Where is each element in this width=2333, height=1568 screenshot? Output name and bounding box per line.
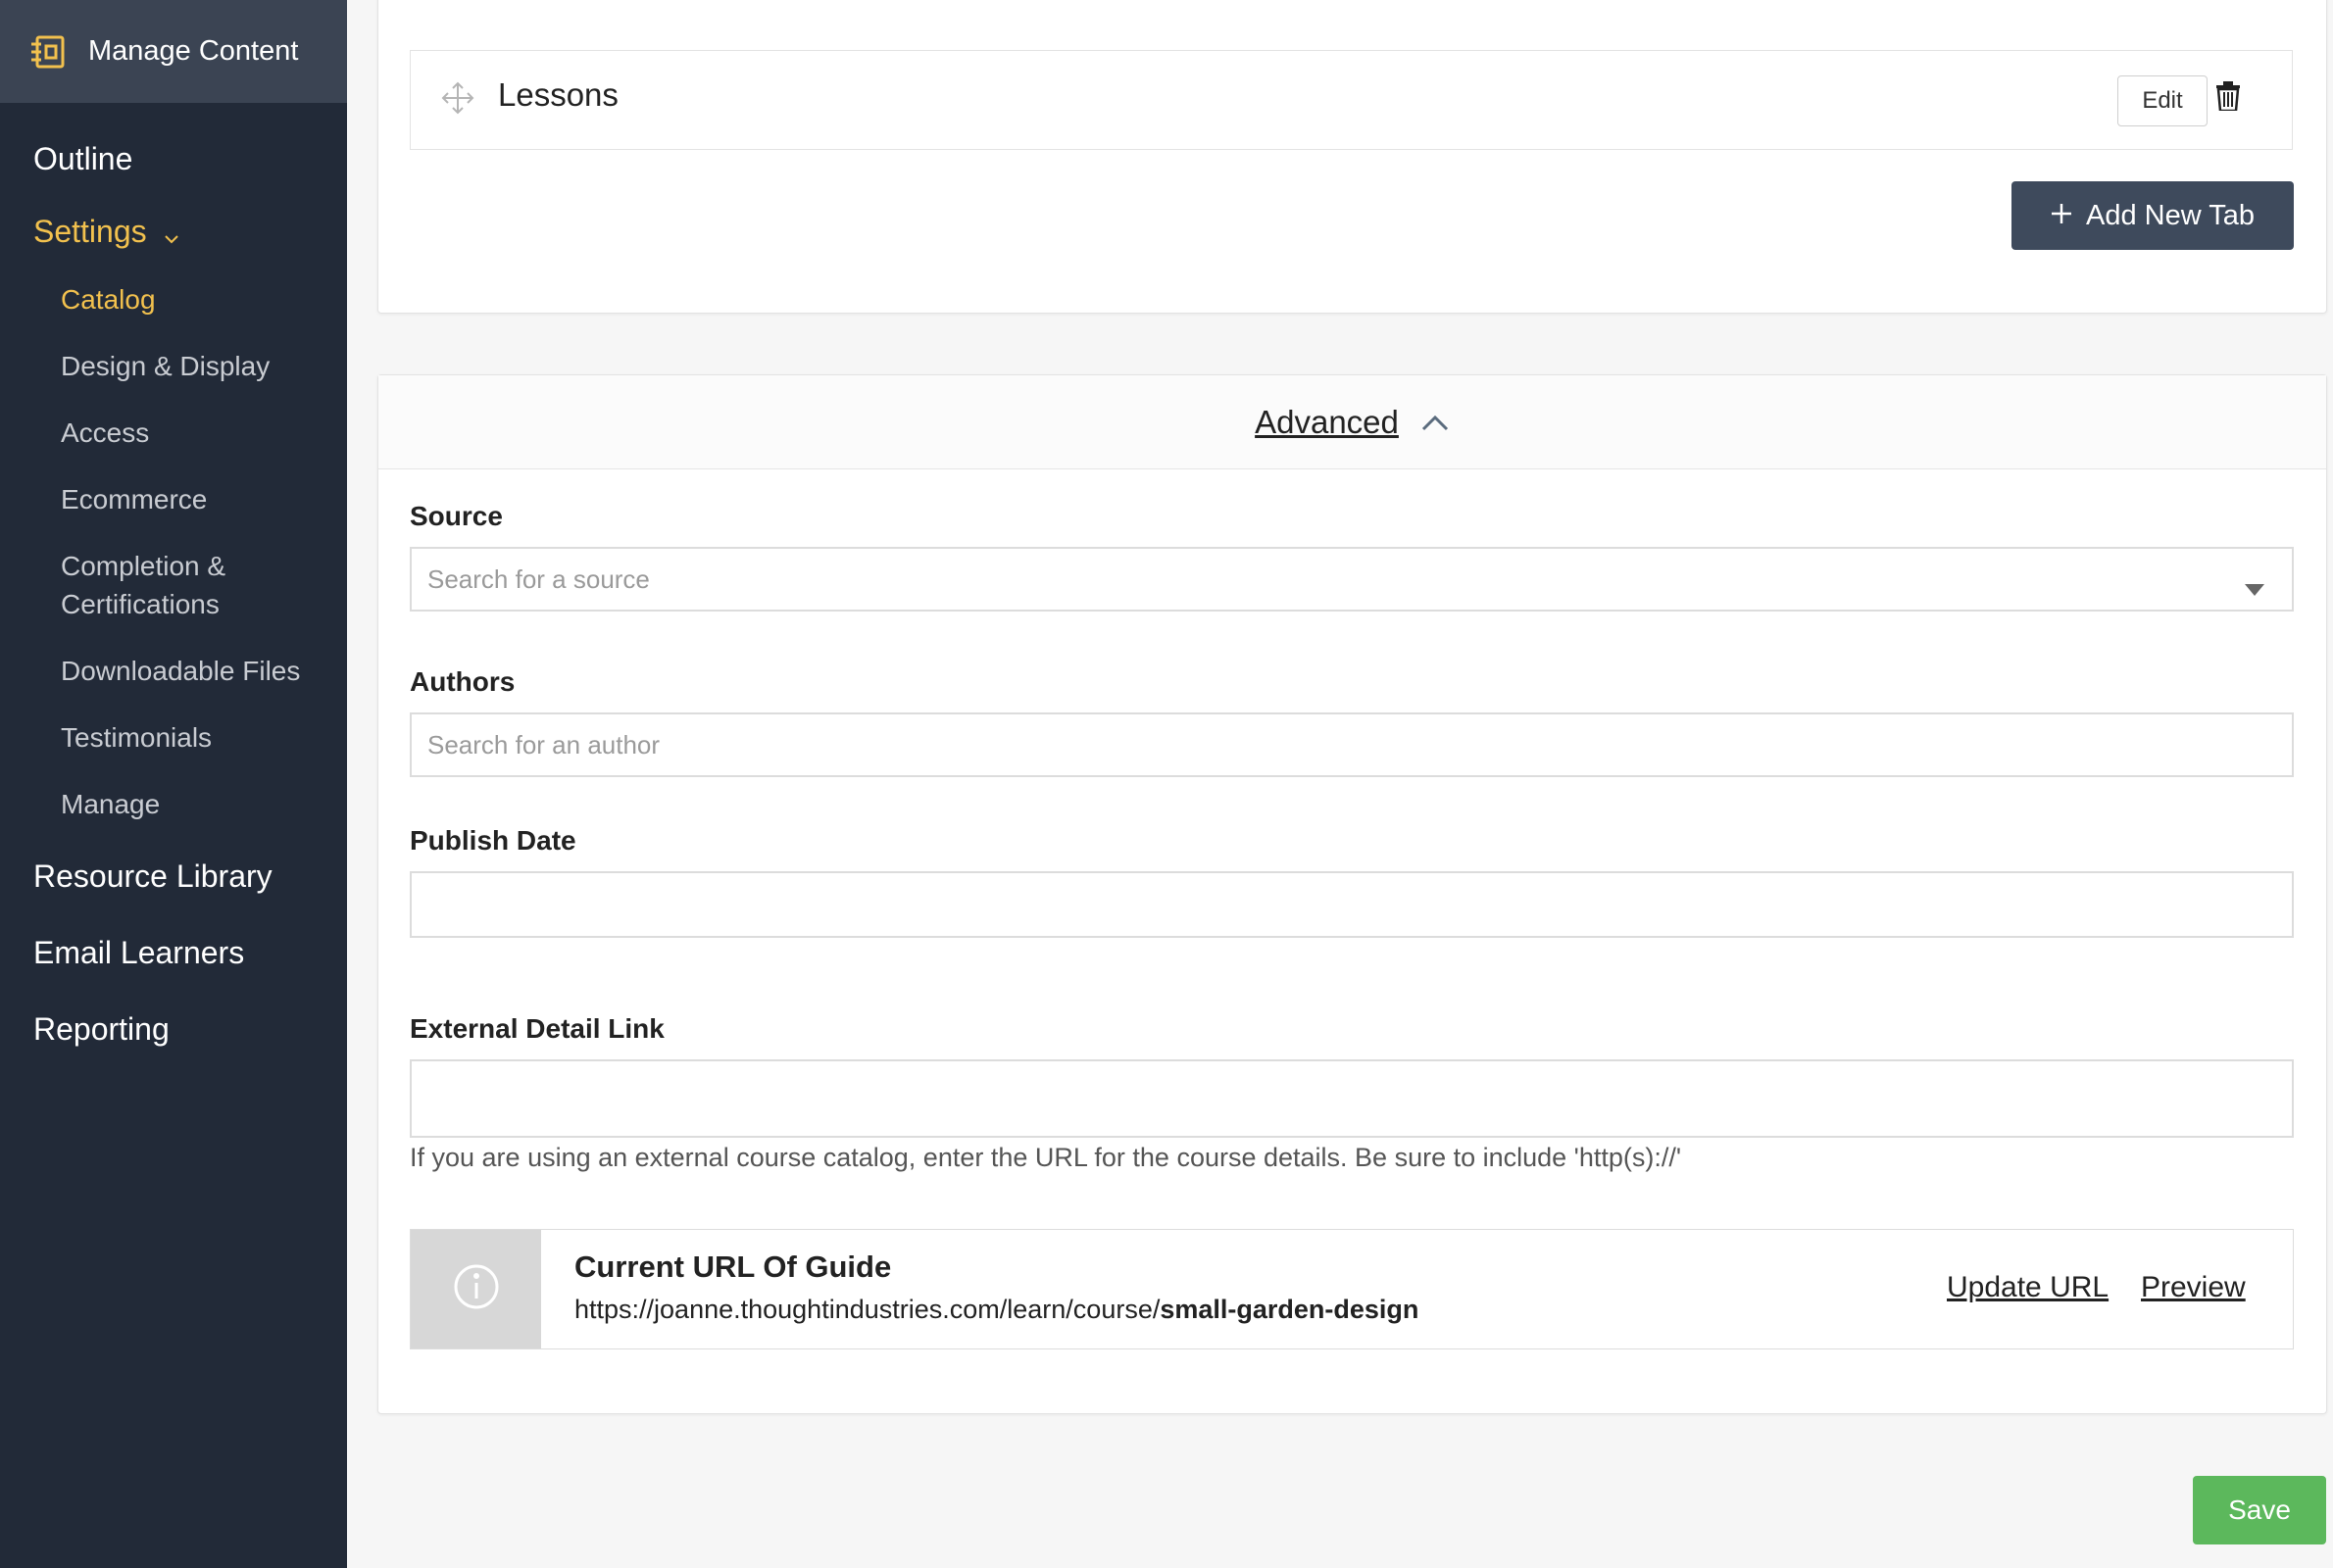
move-icon[interactable] <box>440 80 475 116</box>
add-new-tab-label: Add New Tab <box>2086 199 2255 231</box>
trash-icon[interactable] <box>2215 81 2241 113</box>
current-url-box: Current URL Of Guide https://joanne.thou… <box>410 1229 2294 1349</box>
publish-date-input[interactable] <box>425 872 2292 937</box>
edit-tab-button[interactable]: Edit <box>2117 75 2208 126</box>
advanced-card: Advanced Source Authors Publish Date Ext… <box>377 374 2327 1414</box>
source-input[interactable] <box>425 548 2292 611</box>
tab-row-lessons: Lessons Edit <box>410 50 2293 150</box>
manage-content-icon <box>29 33 67 71</box>
save-button[interactable]: Save <box>2193 1476 2326 1544</box>
sidebar-sub-access[interactable]: Access <box>61 414 149 452</box>
authors-label: Authors <box>410 666 516 697</box>
source-select[interactable] <box>410 547 2294 612</box>
preview-link[interactable]: Preview <box>2141 1271 2246 1304</box>
dropdown-arrow-icon[interactable] <box>2245 572 2264 596</box>
sidebar-item-settings-label: Settings <box>33 214 147 249</box>
advanced-header[interactable]: Advanced <box>378 375 2326 469</box>
sidebar-item-email-learners[interactable]: Email Learners <box>33 935 244 971</box>
publish-date-field[interactable] <box>410 871 2294 938</box>
tabs-card: Lessons Edit Add New Tab <box>377 0 2327 314</box>
info-panel <box>411 1230 541 1348</box>
sidebar-sub-downloadable-files[interactable]: Downloadable Files <box>61 652 300 690</box>
manage-content-label: Manage Content <box>88 35 299 67</box>
external-link-input[interactable] <box>425 1060 2292 1137</box>
current-url-text: https://joanne.thoughtindustries.com/lea… <box>574 1295 1418 1325</box>
sidebar-item-reporting[interactable]: Reporting <box>33 1011 170 1048</box>
current-url-slug: small-garden-design <box>1160 1295 1419 1324</box>
plus-icon <box>2051 200 2072 232</box>
add-new-tab-button[interactable]: Add New Tab <box>2011 181 2294 250</box>
authors-field[interactable] <box>410 712 2294 777</box>
info-icon <box>453 1263 500 1315</box>
sidebar-sub-ecommerce[interactable]: Ecommerce <box>61 480 207 518</box>
sidebar-sub-completion-certifications[interactable]: Completion & Certifications <box>61 547 225 623</box>
source-label: Source <box>410 501 503 531</box>
current-url-title: Current URL Of Guide <box>574 1250 892 1284</box>
external-link-field[interactable] <box>410 1059 2294 1138</box>
sidebar-item-outline[interactable]: Outline <box>33 141 132 177</box>
tab-title: Lessons <box>498 76 619 113</box>
sidebar-sub-manage[interactable]: Manage <box>61 785 160 823</box>
sidebar-item-resource-library[interactable]: Resource Library <box>33 858 273 895</box>
sidebar-sub-design-display[interactable]: Design & Display <box>61 347 270 385</box>
sidebar-sub-catalog[interactable]: Catalog <box>61 280 156 318</box>
authors-input[interactable] <box>425 713 2292 776</box>
update-url-link[interactable]: Update URL <box>1947 1271 2109 1304</box>
sidebar: Manage Content Outline Settings Catalog … <box>0 0 347 1568</box>
current-url-base: https://joanne.thoughtindustries.com/lea… <box>574 1295 1161 1324</box>
sidebar-header[interactable]: Manage Content <box>0 0 347 103</box>
sidebar-item-settings[interactable]: Settings <box>33 214 179 252</box>
publish-date-label: Publish Date <box>410 825 576 856</box>
completion-line-1: Completion & <box>61 551 226 581</box>
sidebar-sub-testimonials[interactable]: Testimonials <box>61 718 212 757</box>
external-link-help: If you are using an external course cata… <box>410 1143 1682 1172</box>
external-link-label: External Detail Link <box>410 1013 665 1044</box>
chevron-down-icon <box>164 216 179 252</box>
advanced-toggle-link[interactable]: Advanced <box>1255 404 1399 441</box>
completion-line-2: Certifications <box>61 589 220 619</box>
chevron-up-icon[interactable] <box>1420 413 1450 432</box>
